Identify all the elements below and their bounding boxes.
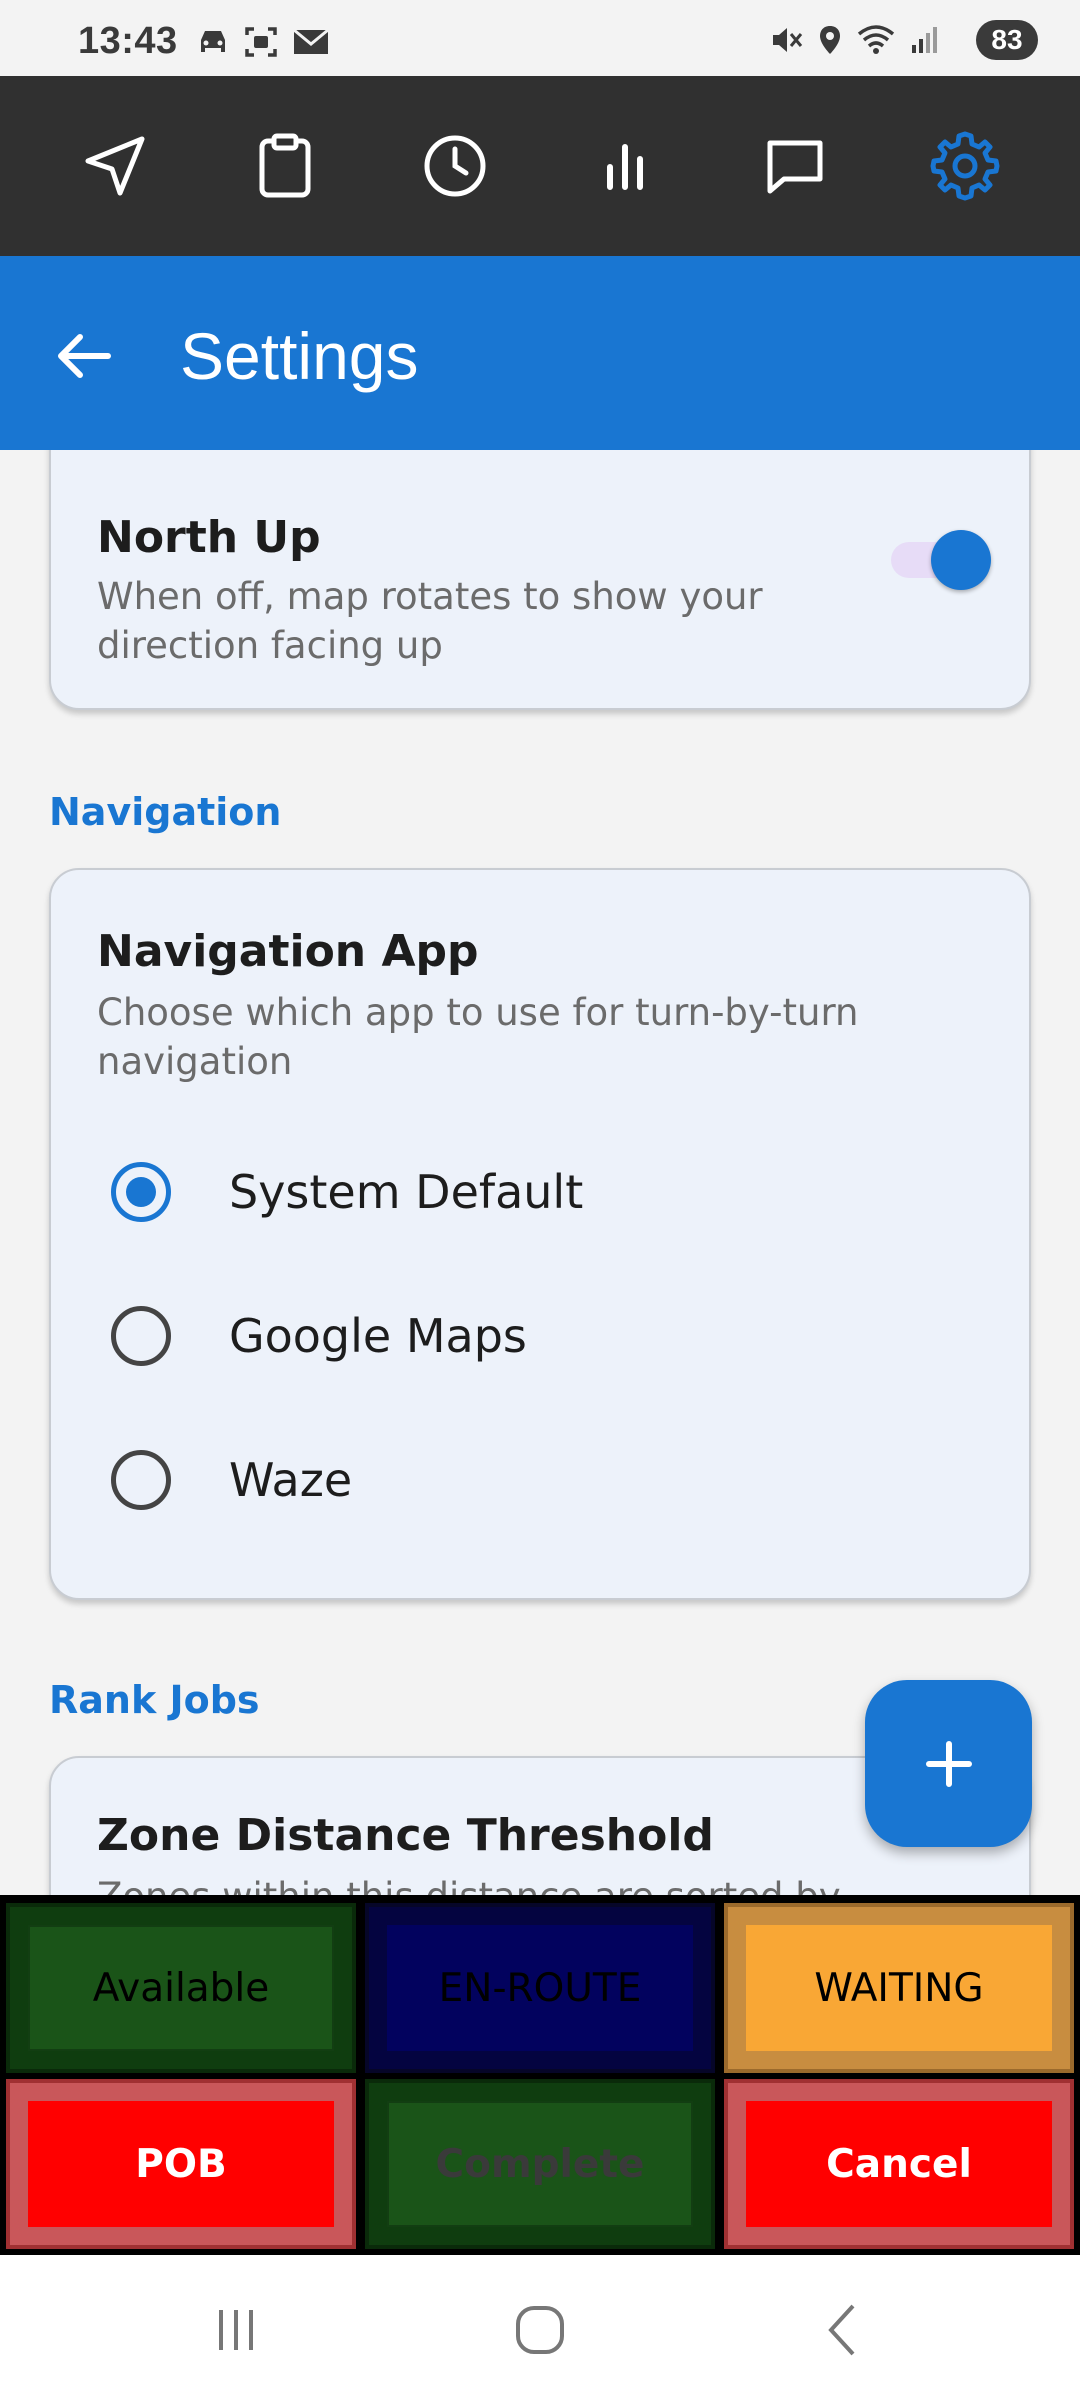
complete-button[interactable]: Complete xyxy=(365,2079,715,2249)
cancel-button[interactable]: Cancel xyxy=(724,2079,1074,2249)
home-icon[interactable] xyxy=(500,2295,580,2365)
north-up-toggle[interactable] xyxy=(881,522,991,592)
page-title: Settings xyxy=(180,319,419,393)
screenshot-icon xyxy=(244,26,278,63)
bar-chart-icon[interactable] xyxy=(565,106,685,226)
car-icon xyxy=(196,28,230,61)
app-bar: Settings xyxy=(0,256,1080,450)
mute-icon xyxy=(770,24,804,61)
navigation-app-card: Navigation App Choose which app to use f… xyxy=(49,868,1031,1600)
clock-icon[interactable] xyxy=(395,106,515,226)
top-toolbar xyxy=(0,76,1080,256)
radio-label: Waze xyxy=(229,1453,353,1507)
arrow-left-icon[interactable] xyxy=(44,316,124,396)
radio-option-system-default[interactable]: System Default xyxy=(111,1137,971,1247)
north-up-description-2: direction facing up xyxy=(97,624,443,667)
add-fab-button[interactable] xyxy=(865,1680,1032,1847)
section-label-rank-jobs: Rank Jobs xyxy=(49,1678,260,1722)
navigation-app-description-2: navigation xyxy=(97,1040,293,1083)
status-time: 13:43 xyxy=(78,20,178,62)
zone-distance-description: Zones within this distance are sorted by xyxy=(97,1872,841,1895)
toggle-thumb xyxy=(931,530,991,590)
mail-icon xyxy=(292,28,330,61)
plus-icon xyxy=(925,1740,972,1787)
radio-button-selected[interactable] xyxy=(111,1162,171,1222)
zone-distance-title: Zone Distance Threshold xyxy=(97,1810,714,1861)
available-label: Available xyxy=(92,1965,270,2011)
system-nav-bar xyxy=(0,2255,1080,2400)
radio-option-google-maps[interactable]: Google Maps xyxy=(111,1281,971,1391)
complete-label: Complete xyxy=(435,2141,645,2187)
message-icon[interactable] xyxy=(735,106,855,226)
cancel-label: Cancel xyxy=(826,2141,972,2187)
north-up-card: North Up When off, map rotates to show y… xyxy=(49,450,1031,710)
signal-icon xyxy=(910,25,940,60)
waiting-button[interactable]: WAITING xyxy=(724,1903,1074,2073)
en-route-label: EN-ROUTE xyxy=(438,1965,642,2011)
location-icon xyxy=(818,24,842,61)
recents-icon[interactable] xyxy=(196,2295,276,2365)
north-up-title: North Up xyxy=(97,512,321,563)
radio-option-waze[interactable]: Waze xyxy=(111,1425,971,1535)
available-button[interactable]: Available xyxy=(6,1903,356,2073)
job-status-panel: Available EN-ROUTE WAITING POB Complete … xyxy=(0,1895,1080,2255)
navigation-arrow-icon[interactable] xyxy=(55,106,175,226)
back-icon[interactable] xyxy=(804,2295,884,2365)
section-label-navigation: Navigation xyxy=(49,790,282,834)
battery-indicator: 83 xyxy=(976,20,1038,60)
navigation-app-description-1: Choose which app to use for turn-by-turn xyxy=(97,991,859,1034)
pob-button[interactable]: POB xyxy=(6,2079,356,2249)
clipboard-icon[interactable] xyxy=(225,106,345,226)
wifi-icon xyxy=(856,24,896,61)
radio-button[interactable] xyxy=(111,1306,171,1366)
radio-label: Google Maps xyxy=(229,1309,527,1363)
settings-content[interactable]: North Up When off, map rotates to show y… xyxy=(0,450,1080,1895)
north-up-description-1: When off, map rotates to show your xyxy=(97,575,763,618)
gear-icon[interactable] xyxy=(905,106,1025,226)
en-route-button[interactable]: EN-ROUTE xyxy=(365,1903,715,2073)
waiting-label: WAITING xyxy=(814,1965,984,2011)
pob-label: POB xyxy=(135,2141,227,2187)
status-bar: 13:43 83 xyxy=(0,0,1080,76)
navigation-app-title: Navigation App xyxy=(97,926,479,977)
radio-button[interactable] xyxy=(111,1450,171,1510)
radio-label: System Default xyxy=(229,1165,584,1219)
